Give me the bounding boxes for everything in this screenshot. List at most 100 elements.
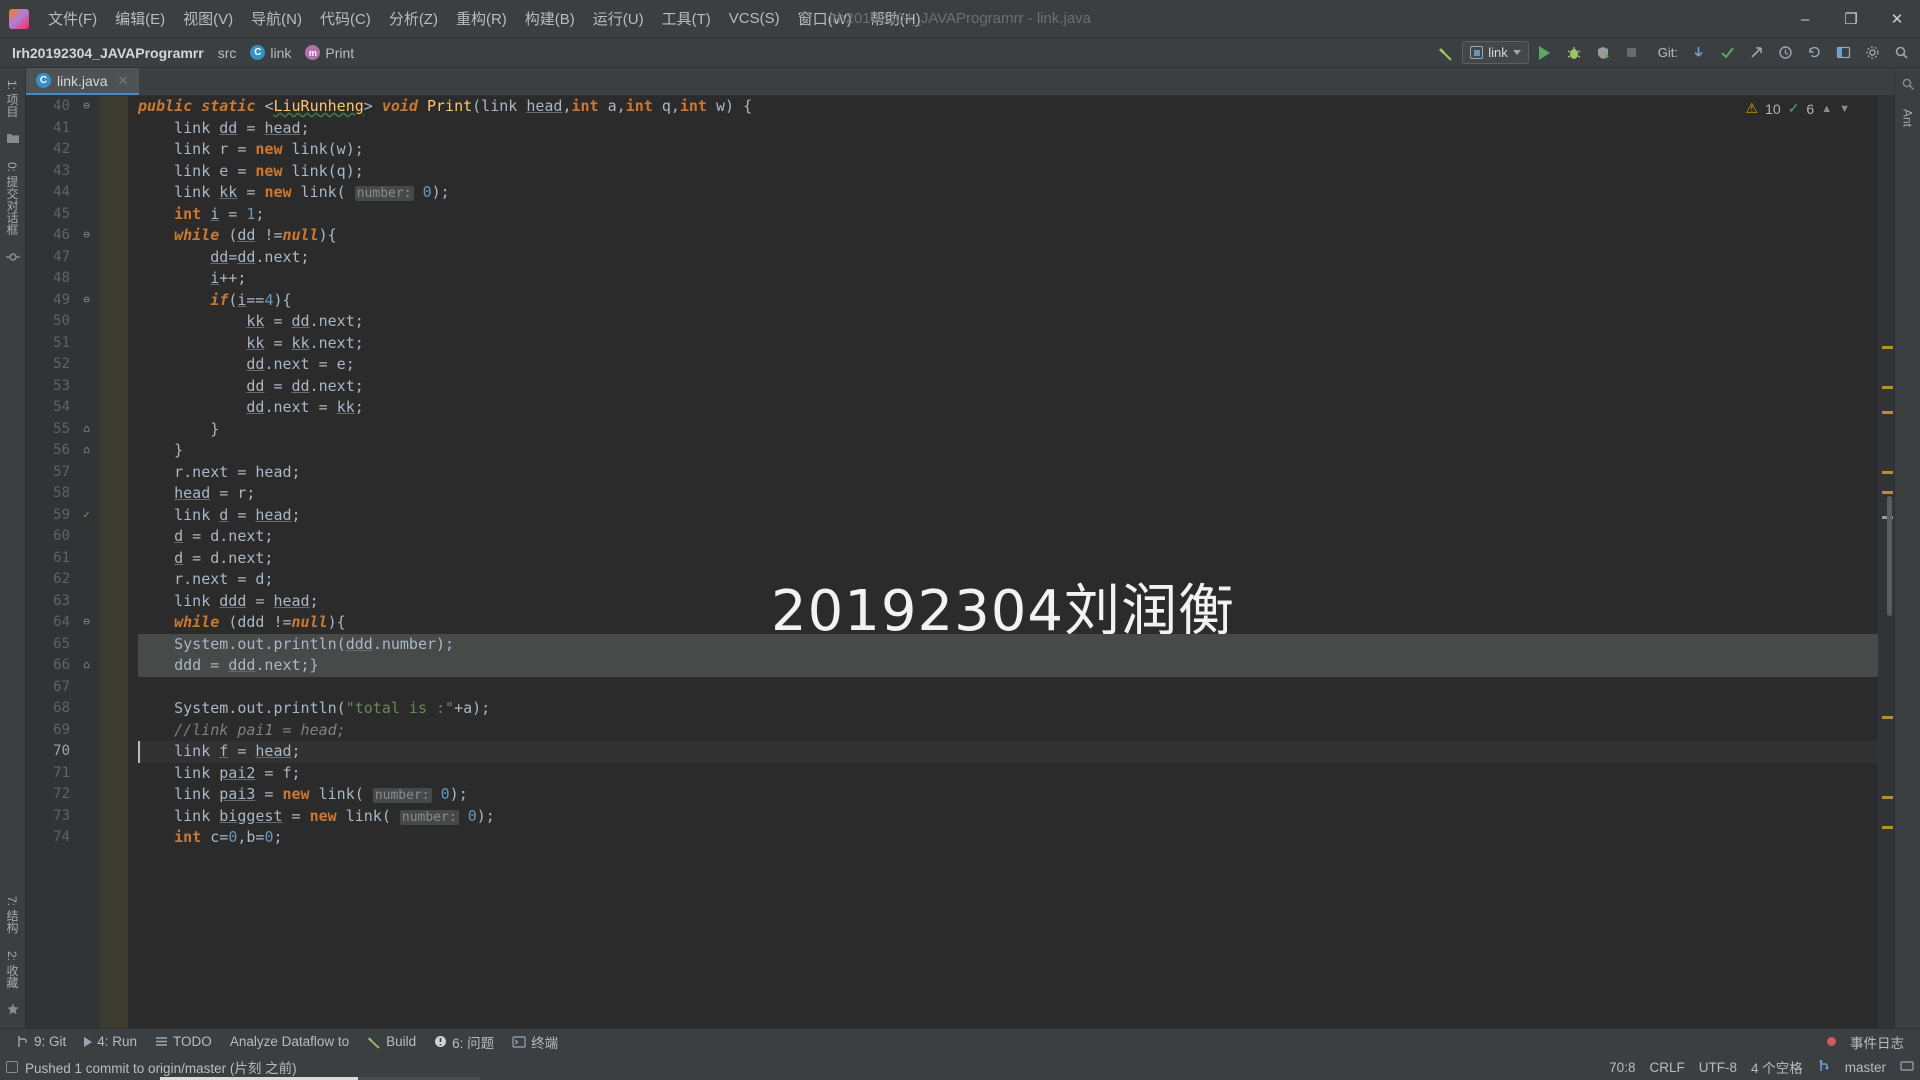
line-number[interactable]: 44 <box>26 182 100 204</box>
line-number[interactable]: 53 <box>26 376 100 398</box>
code-line[interactable]: if(i==4){ <box>138 290 1878 312</box>
line-number[interactable]: 66 ⌂ <box>26 655 100 677</box>
code-line[interactable]: link r = new link(w); <box>138 139 1878 161</box>
menu-refactor[interactable]: 重构(R) <box>447 4 516 33</box>
menu-navigate[interactable]: 导航(N) <box>242 4 311 33</box>
update-project-icon[interactable] <box>1685 41 1711 65</box>
fold-end-icon[interactable]: ⌂ <box>81 423 92 434</box>
error-stripe-marker-bar[interactable] <box>1878 96 1894 1028</box>
search-everywhere-icon[interactable] <box>1901 74 1915 97</box>
code-line[interactable]: } <box>138 419 1878 441</box>
line-number[interactable]: 71 <box>26 763 100 785</box>
line-number[interactable]: 60 <box>26 526 100 548</box>
code-line[interactable]: dd = dd.next; <box>138 376 1878 398</box>
inspection-widget[interactable]: ⚠ 10 ✓ 6 ▲ ▼ <box>1746 100 1850 117</box>
line-number[interactable]: 43 <box>26 161 100 183</box>
breadcrumb-src[interactable]: src <box>212 43 243 63</box>
code-line[interactable]: dd.next = kk; <box>138 397 1878 419</box>
code-line[interactable]: while (ddd !=null){ <box>138 612 1878 634</box>
menu-view[interactable]: 视图(V) <box>174 4 242 33</box>
error-stripe-marker[interactable] <box>1882 471 1893 474</box>
code-line[interactable]: r.next = head; <box>138 462 1878 484</box>
code-line[interactable]: r.next = d; <box>138 569 1878 591</box>
line-separator[interactable]: CRLF <box>1649 1060 1684 1075</box>
tool-event-log[interactable]: 事件日志 <box>1842 1030 1912 1054</box>
tool-terminal[interactable]: 终端 <box>504 1030 566 1054</box>
fold-end-icon[interactable]: ⌂ <box>81 444 92 455</box>
tool-run[interactable]: 4: Run <box>76 1032 145 1051</box>
star-icon[interactable] <box>6 999 20 1022</box>
menu-build[interactable]: 构建(B) <box>516 4 584 33</box>
vcs-check-icon[interactable]: ✓ <box>81 509 92 520</box>
line-number[interactable]: 70 <box>26 741 100 763</box>
sidebar-item-project[interactable]: 1: 项目 <box>2 74 23 123</box>
push-icon[interactable] <box>1743 41 1769 65</box>
fold-collapse-icon[interactable]: ⊖ <box>81 294 92 305</box>
line-number[interactable]: 54 <box>26 397 100 419</box>
code-line[interactable]: d = d.next; <box>138 526 1878 548</box>
menu-code[interactable]: 代码(C) <box>311 4 380 33</box>
menu-edit[interactable]: 编辑(E) <box>106 4 174 33</box>
menu-analyze[interactable]: 分析(Z) <box>380 4 447 33</box>
notification-icon[interactable] <box>6 1061 18 1073</box>
menu-tools[interactable]: 工具(T) <box>653 4 720 33</box>
error-stripe-marker[interactable] <box>1882 796 1893 799</box>
fold-end-icon[interactable]: ⌂ <box>81 659 92 670</box>
code-line[interactable]: public static <LiuRunheng> void Print(li… <box>138 96 1878 118</box>
line-number[interactable]: 41 <box>26 118 100 140</box>
sidebar-item-favorites[interactable]: 2: 收藏 <box>2 945 23 994</box>
line-number-gutter[interactable]: 40 ⊖ 41 42 43 44 45 46 ⊖ 47 48 49 ⊖ 50 51 52 53 54 55 ⌂ 56 ⌂ 5… <box>26 96 100 1028</box>
fold-collapse-icon[interactable]: ⊖ <box>81 229 92 240</box>
code-content[interactable]: 20192304刘润衡 public static <LiuRunheng> v… <box>128 96 1878 1028</box>
line-number[interactable]: 69 <box>26 720 100 742</box>
error-stripe-marker[interactable] <box>1882 411 1893 414</box>
search-icon[interactable] <box>1888 41 1914 65</box>
code-line[interactable]: link pai2 = f; <box>138 763 1878 785</box>
run-button[interactable] <box>1532 41 1558 65</box>
line-number[interactable]: 59 ✓ <box>26 505 100 527</box>
line-number[interactable]: 49 ⊖ <box>26 290 100 312</box>
line-number[interactable]: 72 <box>26 784 100 806</box>
menu-run[interactable]: 运行(U) <box>584 4 653 33</box>
line-number[interactable]: 50 <box>26 311 100 333</box>
indent-setting[interactable]: 4 个空格 <box>1751 1057 1803 1077</box>
code-line[interactable]: link ddd = head; <box>138 591 1878 613</box>
code-line[interactable]: System.out.println("total is :"+a); <box>138 698 1878 720</box>
line-number[interactable]: 67 <box>26 677 100 699</box>
code-line[interactable]: //link pai1 = head; <box>138 720 1878 742</box>
error-stripe-marker[interactable] <box>1882 826 1893 829</box>
code-line[interactable]: dd=dd.next; <box>138 247 1878 269</box>
line-number[interactable]: 68 <box>26 698 100 720</box>
line-number[interactable]: 45 <box>26 204 100 226</box>
code-line[interactable]: while (dd !=null){ <box>138 225 1878 247</box>
folder-icon[interactable] <box>6 128 20 151</box>
tool-analyze-dataflow[interactable]: Analyze Dataflow to <box>222 1032 357 1051</box>
fold-collapse-icon[interactable]: ⊖ <box>81 616 92 627</box>
menu-window[interactable]: 窗口(W) <box>789 4 861 33</box>
code-line[interactable]: System.out.println(ddd.number); <box>138 633 1878 655</box>
caret-position[interactable]: 70:8 <box>1609 1060 1635 1075</box>
editor-scrollbar-thumb[interactable] <box>1887 496 1892 616</box>
error-stripe-marker[interactable] <box>1882 491 1893 494</box>
minimize-button[interactable]: – <box>1782 0 1828 38</box>
line-number[interactable]: 74 <box>26 827 100 849</box>
code-line[interactable]: link kk = new link( number: 0); <box>138 182 1878 204</box>
code-line[interactable]: i++; <box>138 268 1878 290</box>
error-stripe-marker[interactable] <box>1882 716 1893 719</box>
code-line[interactable]: link d = head; <box>138 505 1878 527</box>
line-number[interactable]: 64 ⊖ <box>26 612 100 634</box>
code-line[interactable]: ddd = ddd.next;} <box>138 655 1878 677</box>
line-number[interactable]: 61 <box>26 548 100 570</box>
prev-problem-icon[interactable]: ▲ <box>1821 103 1832 115</box>
tool-problems[interactable]: 6: 问题 <box>426 1030 502 1054</box>
line-number[interactable]: 73 <box>26 806 100 828</box>
code-line[interactable]: head = r; <box>138 483 1878 505</box>
code-line[interactable]: link pai3 = new link( number: 0); <box>138 784 1878 806</box>
breadcrumb-project[interactable]: lrh20192304_JAVAProgramrr <box>6 43 210 63</box>
line-number[interactable]: 51 <box>26 333 100 355</box>
build-hammer-icon[interactable] <box>1433 41 1459 65</box>
history-icon[interactable] <box>1772 41 1798 65</box>
close-button[interactable]: ✕ <box>1874 0 1920 38</box>
tool-todo[interactable]: TODO <box>147 1032 220 1051</box>
tab-link-java[interactable]: C link.java ✕ <box>26 68 139 95</box>
